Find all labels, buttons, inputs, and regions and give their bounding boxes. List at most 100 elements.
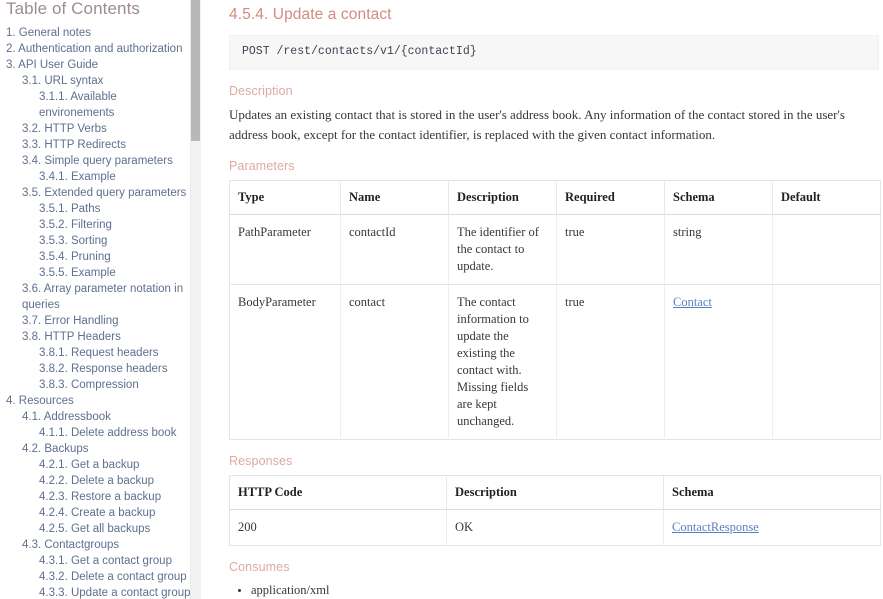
toc-link[interactable]: 4.3.1. Get a contact group <box>37 553 191 569</box>
toc-entry: 2. Authentication and authorization <box>4 41 191 57</box>
toc-link[interactable]: 3.3. HTTP Redirects <box>20 137 191 153</box>
toc-link[interactable]: 3.1. URL syntax <box>20 73 191 89</box>
toc-link[interactable]: 4.2.2. Delete a backup <box>37 473 191 489</box>
toc-entry: 3.4. Simple query parameters <box>4 153 191 169</box>
toc-link[interactable]: 3.7. Error Handling <box>20 313 191 329</box>
toc-link[interactable]: 3.8.3. Compression <box>37 377 191 393</box>
parameters-table-header-row: Type Name Description Required Schema Default <box>229 180 881 215</box>
main-content: 4.5.4. Update a contact POST /rest/conta… <box>203 0 883 599</box>
parameters-section-label: Parameters <box>229 159 295 173</box>
toc-link[interactable]: 3.5.2. Filtering <box>37 217 191 233</box>
toc-entry: 3.4.1. Example <box>4 169 191 185</box>
param-required-cell: true <box>556 214 665 285</box>
toc-link[interactable]: 4.2.4. Create a backup <box>37 505 191 521</box>
toc-link[interactable]: 3.4.1. Example <box>37 169 191 185</box>
table-row: BodyParameter contact The contact informat… <box>229 284 881 440</box>
param-default-cell <box>773 285 881 440</box>
toc-entry: 3.7. Error Handling <box>4 313 191 329</box>
schema-link[interactable]: ContactResponse <box>672 520 759 534</box>
responses-table-body: 200 OK ContactResponse <box>229 509 881 546</box>
toc-entry: 1. General notes <box>4 25 191 41</box>
toc-link[interactable]: 3.5.4. Pruning <box>37 249 191 265</box>
sidebar-divider <box>202 0 203 599</box>
column-header: Name <box>340 180 449 215</box>
toc-entry: 3.5.3. Sorting <box>4 233 191 249</box>
param-name-cell: contact <box>340 284 449 440</box>
toc-entry: 4.3. Contactgroups <box>4 537 191 553</box>
toc-title: Table of Contents <box>6 0 141 18</box>
toc-link[interactable]: 4.2.3. Restore a backup <box>37 489 191 505</box>
toc-entry: 4.2.4. Create a backup <box>4 505 191 521</box>
endpoint-code-block: POST /rest/contacts/v1/{contactId} <box>229 35 879 70</box>
toc-link[interactable]: 3. API User Guide <box>4 57 191 73</box>
schema-link[interactable]: Contact <box>673 295 712 309</box>
toc-entry: 4. Resources <box>4 393 191 409</box>
toc-link[interactable]: 3.4. Simple query parameters <box>20 153 191 169</box>
column-header: HTTP Code <box>229 475 447 510</box>
column-header: Schema <box>663 475 881 510</box>
toc-entry: 3.2. HTTP Verbs <box>4 121 191 137</box>
toc-entry: 4.3.3. Update a contact group <box>4 585 191 599</box>
toc-link[interactable]: 3.1.1. Available environements <box>37 89 191 121</box>
toc-link[interactable]: 4.3.2. Delete a contact group <box>37 569 191 585</box>
param-schema-cell: string <box>664 214 773 285</box>
param-default-cell <box>772 214 881 285</box>
page-title: 4.5.4. Update a contact <box>229 6 392 23</box>
toc-link[interactable]: 3.8. HTTP Headers <box>20 329 191 345</box>
toc-entry: 4.2.1. Get a backup <box>4 457 191 473</box>
column-header: Description <box>448 180 557 215</box>
toc-entry: 3.1.1. Available environements <box>4 89 191 121</box>
toc-inner: Table of Contents 1. General notes 2. Aut… <box>0 0 203 599</box>
toc-link[interactable]: 3.5.1. Paths <box>37 201 191 217</box>
table-of-contents-sidebar: Table of Contents 1. General notes 2. Aut… <box>0 0 203 599</box>
toc-link[interactable]: 4.3.3. Update a contact group <box>37 585 191 599</box>
toc-link[interactable]: 3.5.5. Example <box>37 265 191 281</box>
toc-entry: 4.1. Addressbook <box>4 409 191 425</box>
toc-entry: 4.2.2. Delete a backup <box>4 473 191 489</box>
toc-entry: 3.5.4. Pruning <box>4 249 191 265</box>
toc-link[interactable]: 2. Authentication and authorization <box>4 41 191 57</box>
toc-entry: 3.5. Extended query parameters <box>4 185 191 201</box>
toc-link[interactable]: 4.2. Backups <box>20 441 191 457</box>
page-root: Table of Contents 1. General notes 2. Aut… <box>0 0 883 599</box>
toc-link[interactable]: 4.2.5. Get all backups <box>37 521 191 537</box>
responses-table: HTTP Code Description Schema 200 OK ContactR… <box>229 475 881 546</box>
toc-link[interactable]: 3.2. HTTP Verbs <box>20 121 191 137</box>
column-header: Type <box>229 180 341 215</box>
parameters-table-body: PathParameter contactId The identifier of … <box>229 214 881 440</box>
toc-entry: 3.5.1. Paths <box>4 201 191 217</box>
column-header: Schema <box>664 180 773 215</box>
toc-entry: 3.3. HTTP Redirects <box>4 137 191 153</box>
consumes-list: application/xmlapplication/json <box>229 581 879 599</box>
toc-link[interactable]: 3.6. Array parameter notation in queries <box>20 281 191 313</box>
toc-link[interactable]: 4. Resources <box>4 393 191 409</box>
toc-entry: 4.2.3. Restore a backup <box>4 489 191 505</box>
sidebar-scrollbar-thumb[interactable] <box>191 0 200 141</box>
toc-link[interactable]: 1. General notes <box>4 25 191 41</box>
parameters-table: Type Name Description Required Schema Default… <box>229 180 881 440</box>
toc-entry: 4.2. Backups <box>4 441 191 457</box>
toc-link[interactable]: 3.8.1. Request headers <box>37 345 191 361</box>
param-schema-cell: Contact <box>664 284 773 440</box>
toc-entry: 3.5.5. Example <box>4 265 191 281</box>
param-type-cell: PathParameter <box>229 214 341 285</box>
param-name-cell: contactId <box>340 214 449 285</box>
param-description-cell: The contact information to update the ex… <box>448 284 557 440</box>
column-header: Description <box>446 475 664 510</box>
toc-link[interactable]: 3.8.2. Response headers <box>37 361 191 377</box>
toc-link[interactable]: 4.3. Contactgroups <box>20 537 191 553</box>
toc-entry: 3.8.3. Compression <box>4 377 191 393</box>
toc-link[interactable]: 4.1.1. Delete address book <box>37 425 191 441</box>
column-header: Required <box>556 180 665 215</box>
toc-entry: 3.8.1. Request headers <box>4 345 191 361</box>
param-description-cell: The identifier of the contact to update. <box>448 214 557 285</box>
toc-link[interactable]: 3.5. Extended query parameters <box>20 185 191 201</box>
table-row: PathParameter contactId The identifier of … <box>229 214 881 285</box>
response-description-cell: OK <box>446 509 664 546</box>
toc-link[interactable]: 3.5.3. Sorting <box>37 233 191 249</box>
description-text: Updates an existing contact that is stor… <box>229 107 845 142</box>
toc-link[interactable]: 4.1. Addressbook <box>20 409 191 425</box>
toc-link[interactable]: 4.2.1. Get a backup <box>37 457 191 473</box>
consumes-section-label: Consumes <box>229 560 290 574</box>
column-header: Default <box>772 180 881 215</box>
